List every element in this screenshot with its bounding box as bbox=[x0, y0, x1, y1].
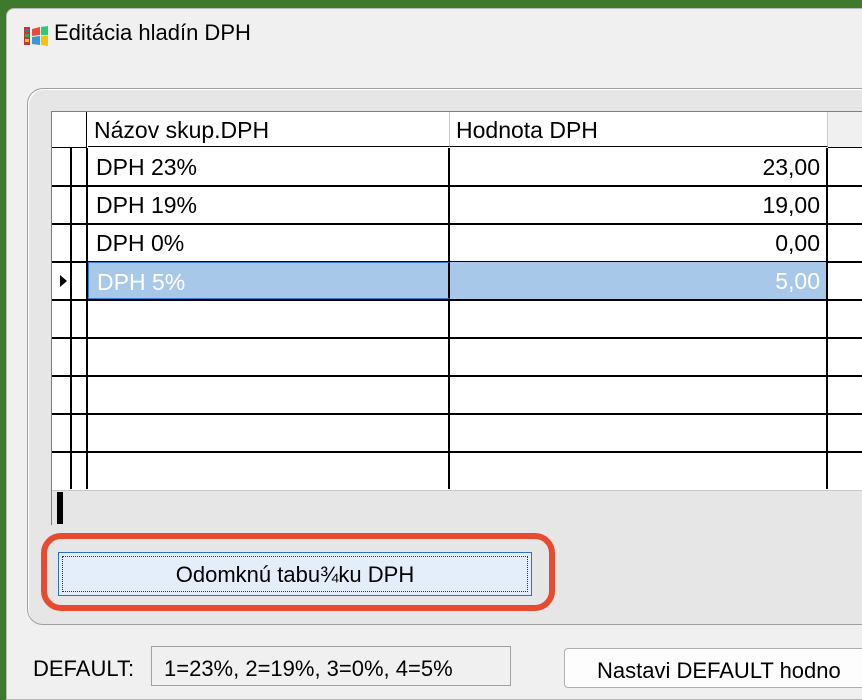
empty-row[interactable] bbox=[52, 414, 862, 453]
row-indicator bbox=[72, 338, 88, 375]
row-indicator bbox=[52, 414, 72, 451]
cell-group-name[interactable]: DPH 0% bbox=[88, 224, 450, 261]
column-header-filler bbox=[828, 112, 862, 148]
unlock-vat-table-button[interactable]: Odomknú tabu¾ku DPH bbox=[58, 552, 532, 596]
table-row[interactable]: DPH 0% 0,00 bbox=[52, 224, 862, 263]
empty-cell[interactable] bbox=[450, 300, 828, 337]
cell-group-name[interactable]: DPH 23% bbox=[88, 148, 450, 185]
row-indicator bbox=[72, 262, 88, 299]
empty-cell[interactable] bbox=[88, 452, 450, 489]
default-value-field[interactable]: 1=23%, 2=19%, 3=0%, 4=5% bbox=[151, 646, 511, 686]
column-header-value[interactable]: Hodnota DPH bbox=[450, 112, 828, 147]
empty-row[interactable] bbox=[52, 338, 862, 377]
window-title: Editácia hladín DPH bbox=[54, 20, 251, 45]
row-indicator bbox=[72, 376, 88, 413]
set-default-button[interactable]: Nastavi DEFAULT hodno bbox=[564, 648, 862, 688]
grid-cursor bbox=[57, 492, 63, 524]
table-row-selected[interactable]: DPH 5% 5,00 bbox=[52, 262, 862, 301]
empty-cell[interactable] bbox=[88, 300, 450, 337]
empty-cell[interactable] bbox=[88, 338, 450, 375]
grid-scrollbar-area[interactable] bbox=[52, 490, 862, 525]
cell-vat-value[interactable]: 0,00 bbox=[450, 224, 828, 261]
empty-cell[interactable] bbox=[450, 414, 828, 451]
row-indicator bbox=[72, 300, 88, 337]
table-row[interactable]: DPH 19% 19,00 bbox=[52, 186, 862, 225]
row-indicator bbox=[72, 186, 88, 223]
default-label: DEFAULT: bbox=[33, 656, 135, 681]
cell-group-name[interactable]: DPH 19% bbox=[88, 186, 450, 223]
empty-cell[interactable] bbox=[450, 338, 828, 375]
row-indicator bbox=[72, 224, 88, 261]
row-indicator bbox=[52, 376, 72, 413]
cell-vat-value[interactable]: 19,00 bbox=[450, 186, 828, 223]
empty-cell[interactable] bbox=[88, 414, 450, 451]
row-indicator bbox=[72, 148, 88, 185]
row-indicator bbox=[52, 300, 72, 337]
cell-group-name[interactable]: DPH 5% bbox=[88, 262, 450, 299]
empty-cell[interactable] bbox=[450, 452, 828, 489]
row-indicator bbox=[52, 224, 72, 261]
windows-app-icon bbox=[24, 26, 48, 46]
row-indicator bbox=[72, 414, 88, 451]
empty-row[interactable] bbox=[52, 452, 862, 489]
empty-row[interactable] bbox=[52, 300, 862, 339]
current-row-arrow-icon bbox=[60, 275, 67, 287]
table-row[interactable]: DPH 23% 23,00 bbox=[52, 148, 862, 187]
row-indicator bbox=[52, 148, 72, 185]
empty-cell[interactable] bbox=[450, 376, 828, 413]
row-indicator bbox=[72, 452, 88, 489]
cell-vat-value[interactable]: 23,00 bbox=[450, 148, 828, 185]
empty-row[interactable] bbox=[52, 376, 862, 415]
row-indicator bbox=[52, 452, 72, 489]
empty-cell[interactable] bbox=[88, 376, 450, 413]
row-indicator-header bbox=[52, 112, 87, 148]
row-indicator bbox=[52, 186, 72, 223]
row-indicator bbox=[52, 338, 72, 375]
cell-vat-value[interactable]: 5,00 bbox=[450, 262, 828, 299]
column-header-name[interactable]: Názov skup.DPH bbox=[88, 112, 450, 147]
row-indicator bbox=[52, 262, 72, 299]
vat-grid[interactable]: Názov skup.DPH Hodnota DPH DPH 23% 23,00… bbox=[51, 111, 862, 525]
